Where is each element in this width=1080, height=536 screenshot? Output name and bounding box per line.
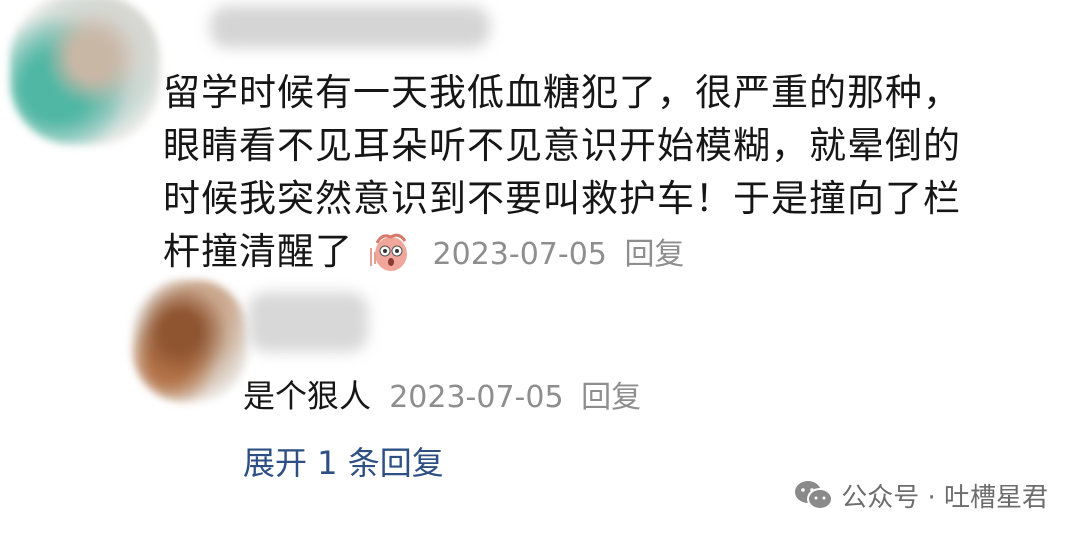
shocked-face-emoji-icon — [369, 233, 407, 271]
comment-line: 留学时候有一天我低血糖犯了，很严重的那种， — [163, 71, 961, 114]
replier-avatar[interactable] — [132, 280, 248, 402]
comment-line: 眼睛看不见耳朵听不见意识开始模糊，就晕倒的 — [163, 124, 961, 167]
reply-date: 2023-07-05 — [389, 380, 564, 415]
watermark-text: 公众号 · 吐槽星君 — [841, 482, 1048, 513]
reply-body: 是个狠人 2023-07-05 回复 — [243, 372, 641, 422]
reply-button[interactable]: 回复 — [624, 237, 684, 272]
comment-last-line: 杆撞清醒了 2023-07-05 回复 — [163, 225, 963, 281]
comment-date: 2023-07-05 — [432, 237, 607, 272]
comment-line: 杆撞清醒了 — [163, 230, 353, 273]
reply-text: 是个狠人 — [243, 377, 372, 415]
commenter-name-blurred[interactable] — [210, 6, 490, 48]
comment-body: 留学时候有一天我低血糖犯了，很严重的那种， 眼睛看不见耳朵听不见意识开始模糊，就… — [163, 66, 963, 281]
expand-replies-link[interactable]: 展开 1 条回复 — [243, 440, 444, 486]
watermark: 公众号 · 吐槽星君 — [793, 475, 1048, 515]
replier-name-blurred[interactable] — [248, 292, 368, 352]
reply-to-reply-button[interactable]: 回复 — [581, 380, 641, 415]
comment-meta: 2023-07-05 回复 — [425, 237, 685, 272]
commenter-avatar[interactable] — [10, 0, 160, 145]
wechat-icon — [795, 481, 834, 510]
reply-meta: 2023-07-05 回复 — [381, 380, 641, 415]
comment-line: 时候我突然意识到不要叫救护车！于是撞向了栏 — [163, 177, 961, 220]
